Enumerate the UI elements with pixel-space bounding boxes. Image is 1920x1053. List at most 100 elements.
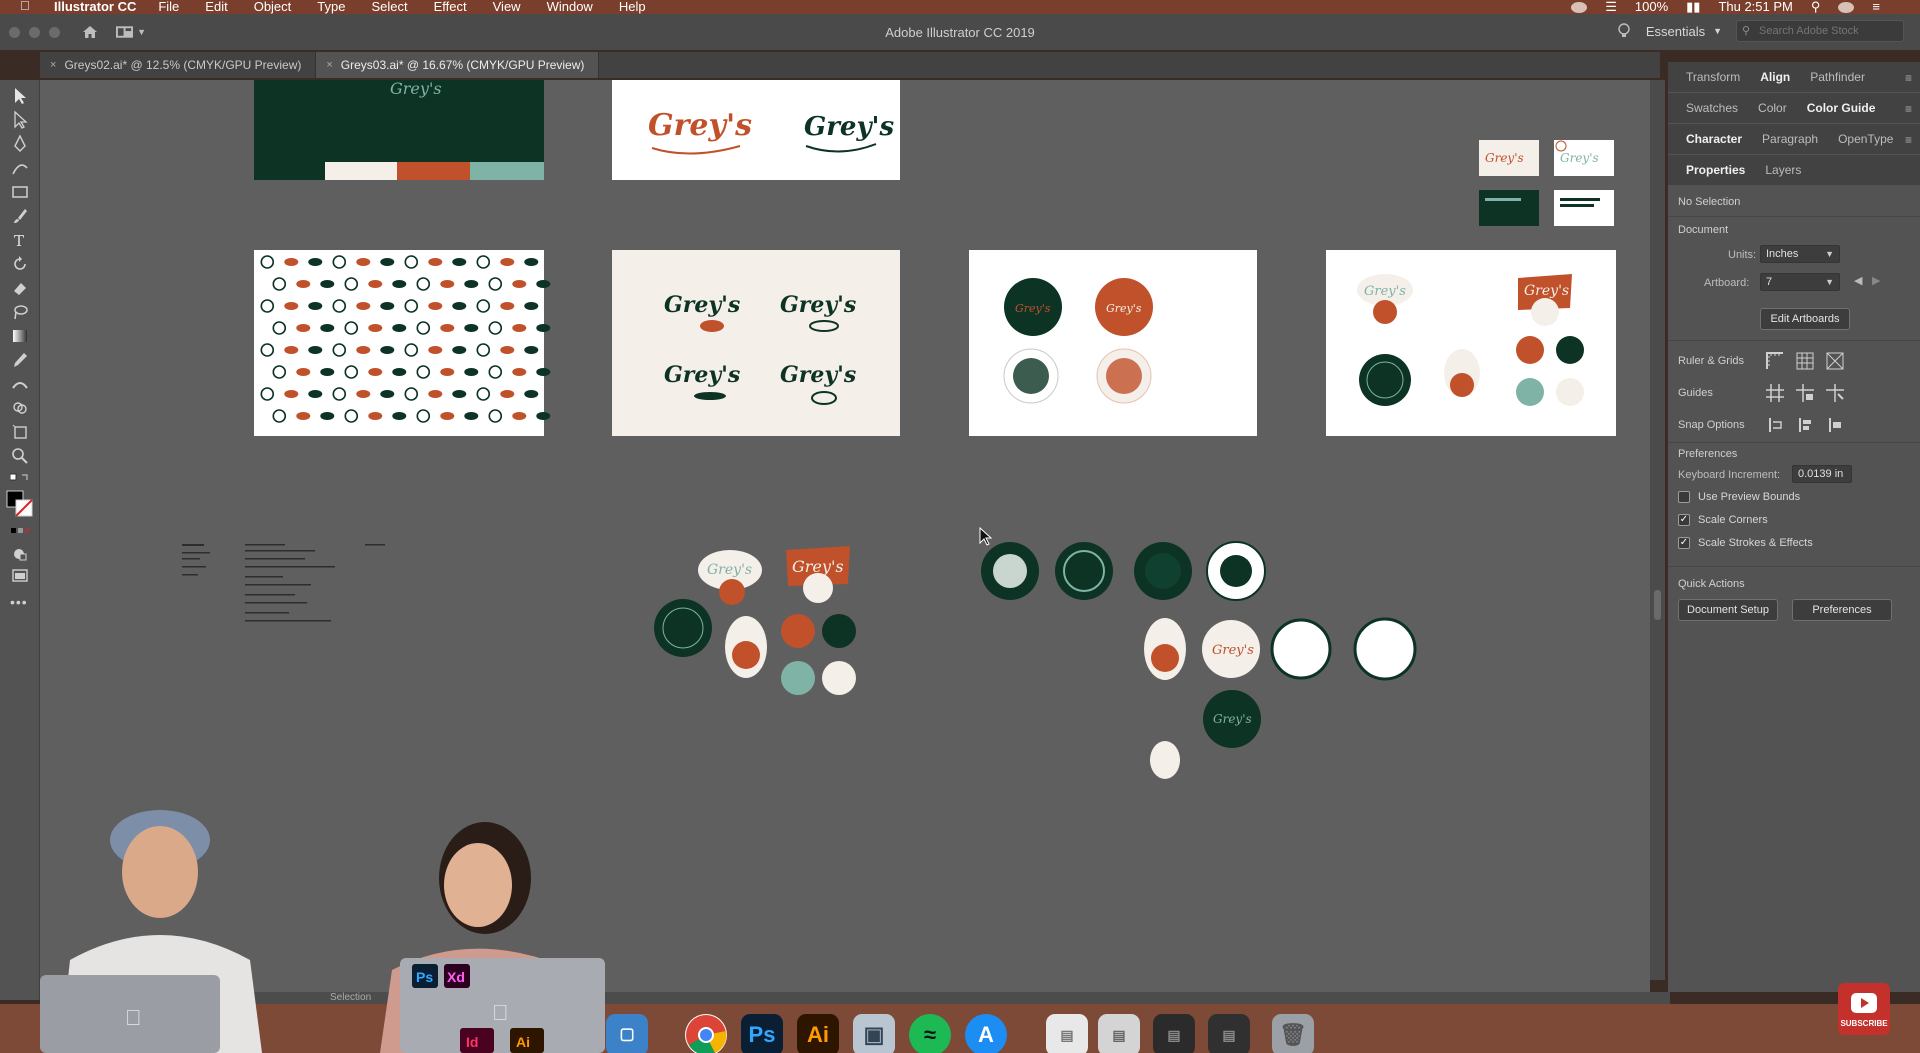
- document-setup-button[interactable]: Document Setup: [1678, 599, 1778, 621]
- width-tool-icon[interactable]: [10, 374, 30, 394]
- artboard-sticker-sheet[interactable]: Grey's Grey's: [1326, 250, 1616, 436]
- battery-icon[interactable]: ▮▮: [1686, 0, 1700, 13]
- zoom-tool-icon[interactable]: [10, 446, 30, 466]
- minimize-window-button[interactable]: [29, 26, 40, 38]
- edit-artboards-button[interactable]: Edit Artboards: [1760, 308, 1850, 330]
- artboard-select[interactable]: 7 ▼: [1760, 273, 1840, 291]
- canvas-vertical-scrollbar[interactable]: [1650, 80, 1665, 980]
- spotify-icon[interactable]: ≈: [909, 1014, 951, 1053]
- artboard-tool-icon[interactable]: [10, 422, 30, 442]
- spec-text-block[interactable]: [182, 544, 385, 622]
- document-tab-greys03[interactable]: × Greys03.ai* @ 16.67% (CMYK/GPU Preview…: [316, 52, 600, 78]
- artboard-logos-pair[interactable]: Grey's Grey's: [612, 80, 900, 180]
- tab-paragraph[interactable]: Paragraph: [1752, 124, 1828, 154]
- grid-icon[interactable]: [1794, 350, 1816, 372]
- close-window-button[interactable]: [9, 26, 20, 38]
- use-preview-bounds-checkbox[interactable]: Use Preview Bounds: [1678, 490, 1800, 504]
- illustrator-dock-icon[interactable]: Ai: [797, 1014, 839, 1053]
- wifi-icon[interactable]: ☰: [1605, 0, 1617, 13]
- notification-center-icon[interactable]: ≡: [1872, 0, 1880, 13]
- trash-icon[interactable]: 🗑: [1272, 1014, 1314, 1053]
- paintbrush-tool-icon[interactable]: [10, 206, 30, 226]
- smart-guides-icon[interactable]: [1824, 382, 1846, 404]
- menu-effect[interactable]: Effect: [434, 0, 467, 13]
- scale-corners-checkbox[interactable]: ✓ Scale Corners: [1678, 513, 1768, 527]
- thumbnails-business-cards[interactable]: Grey's Grey's: [1479, 140, 1614, 226]
- arrange-documents-icon[interactable]: ▼: [116, 25, 146, 39]
- units-select[interactable]: Inches ▼: [1760, 245, 1840, 263]
- tab-swatches[interactable]: Swatches: [1676, 93, 1748, 123]
- snap-to-glyph-icon[interactable]: [1824, 414, 1846, 436]
- downloads-stack-icon[interactable]: ▤: [1208, 1014, 1250, 1053]
- menu-type[interactable]: Type: [317, 0, 345, 13]
- sticker-group-left[interactable]: Grey's Grey's: [654, 546, 856, 695]
- selection-tool-icon[interactable]: [10, 86, 30, 106]
- menu-view[interactable]: View: [493, 0, 521, 13]
- chrome-icon[interactable]: [685, 1014, 727, 1053]
- home-icon[interactable]: [82, 24, 98, 40]
- more-tools-icon[interactable]: •••: [10, 594, 28, 610]
- stock-search-input[interactable]: [1736, 20, 1904, 42]
- tab-pathfinder[interactable]: Pathfinder: [1800, 62, 1875, 92]
- close-tab-icon[interactable]: ×: [326, 59, 332, 71]
- show-guides-icon[interactable]: [1764, 382, 1786, 404]
- panel-menu-icon[interactable]: ≡: [1905, 102, 1912, 116]
- type-tool-icon[interactable]: T: [10, 230, 30, 250]
- tab-transform[interactable]: Transform: [1676, 62, 1750, 92]
- scale-strokes-checkbox[interactable]: ✓ Scale Strokes & Effects: [1678, 536, 1813, 550]
- eyedropper-tool-icon[interactable]: [10, 350, 30, 370]
- clock[interactable]: Thu 2:51 PM: [1718, 0, 1792, 13]
- menu-edit[interactable]: Edit: [205, 0, 227, 13]
- badge-group-right[interactable]: Grey's Grey's: [981, 541, 1417, 779]
- app-store-icon[interactable]: A: [965, 1014, 1007, 1053]
- tab-layers[interactable]: Layers: [1755, 155, 1811, 185]
- creative-cloud-icon[interactable]: [1571, 1, 1588, 13]
- tab-color[interactable]: Color: [1748, 93, 1797, 123]
- preview-icon[interactable]: ▣: [853, 1014, 895, 1053]
- menu-help[interactable]: Help: [619, 0, 646, 13]
- lock-guides-icon[interactable]: [1794, 382, 1816, 404]
- app-menu[interactable]: Illustrator CC: [54, 0, 136, 13]
- zoom-window-button[interactable]: [49, 26, 60, 38]
- tab-properties[interactable]: Properties: [1676, 155, 1755, 185]
- photoshop-dock-icon[interactable]: Ps: [741, 1014, 783, 1053]
- snap-to-pixel-icon[interactable]: [1794, 414, 1816, 436]
- youtube-subscribe-button[interactable]: SUBSCRIBE: [1838, 983, 1890, 1035]
- document-file-icon[interactable]: ▤: [1046, 1014, 1088, 1053]
- eraser-tool-icon[interactable]: [10, 278, 30, 298]
- apple-icon[interactable]: : [20, 0, 38, 14]
- keyboard-increment-input[interactable]: 0.0139 in: [1792, 465, 1852, 483]
- transparency-grid-icon[interactable]: [1824, 350, 1846, 372]
- lasso-tool-icon[interactable]: [10, 302, 30, 322]
- recent-file-icon[interactable]: ▤: [1098, 1014, 1140, 1053]
- menu-object[interactable]: Object: [254, 0, 292, 13]
- artboard-brand-dark[interactable]: Grey's: [254, 80, 544, 180]
- rectangle-tool-icon[interactable]: [10, 182, 30, 202]
- shape-builder-tool-icon[interactable]: [10, 398, 30, 418]
- tab-character[interactable]: Character: [1676, 124, 1752, 154]
- next-artboard-icon[interactable]: ▶: [1872, 274, 1880, 287]
- gradient-tool-icon[interactable]: [10, 326, 30, 346]
- lightbulb-icon[interactable]: [1616, 22, 1632, 40]
- default-fill-stroke-icon[interactable]: [10, 472, 30, 492]
- artboard-pattern[interactable]: [254, 250, 551, 436]
- recent-window-icon[interactable]: ▤: [1153, 1014, 1195, 1053]
- menu-window[interactable]: Window: [547, 0, 593, 13]
- rotate-tool-icon[interactable]: [10, 254, 30, 274]
- previous-artboard-icon[interactable]: ◀: [1854, 274, 1862, 287]
- document-tab-greys02[interactable]: × Greys02.ai* @ 12.5% (CMYK/GPU Preview): [40, 52, 317, 78]
- spotlight-icon[interactable]: ⚲: [1811, 0, 1821, 13]
- screen-mode-icon[interactable]: [10, 566, 30, 586]
- scrollbar-thumb[interactable]: [1654, 590, 1661, 620]
- panel-menu-icon[interactable]: ≡: [1905, 71, 1912, 85]
- artboard-circle-badges[interactable]: Grey's Grey's: [969, 250, 1257, 436]
- tab-align[interactable]: Align: [1750, 62, 1800, 92]
- color-mode-icons[interactable]: [10, 522, 30, 542]
- snap-to-point-icon[interactable]: [1764, 414, 1786, 436]
- user-avatar-icon[interactable]: [1838, 1, 1855, 13]
- menu-file[interactable]: File: [158, 0, 179, 13]
- artboard-logo-variations[interactable]: Grey's Grey's Grey's Grey's: [612, 250, 900, 436]
- rulers-icon[interactable]: [1764, 350, 1786, 372]
- tab-color-guide[interactable]: Color Guide: [1797, 93, 1886, 123]
- workspace-dropdown[interactable]: Essentials ▼: [1646, 24, 1722, 39]
